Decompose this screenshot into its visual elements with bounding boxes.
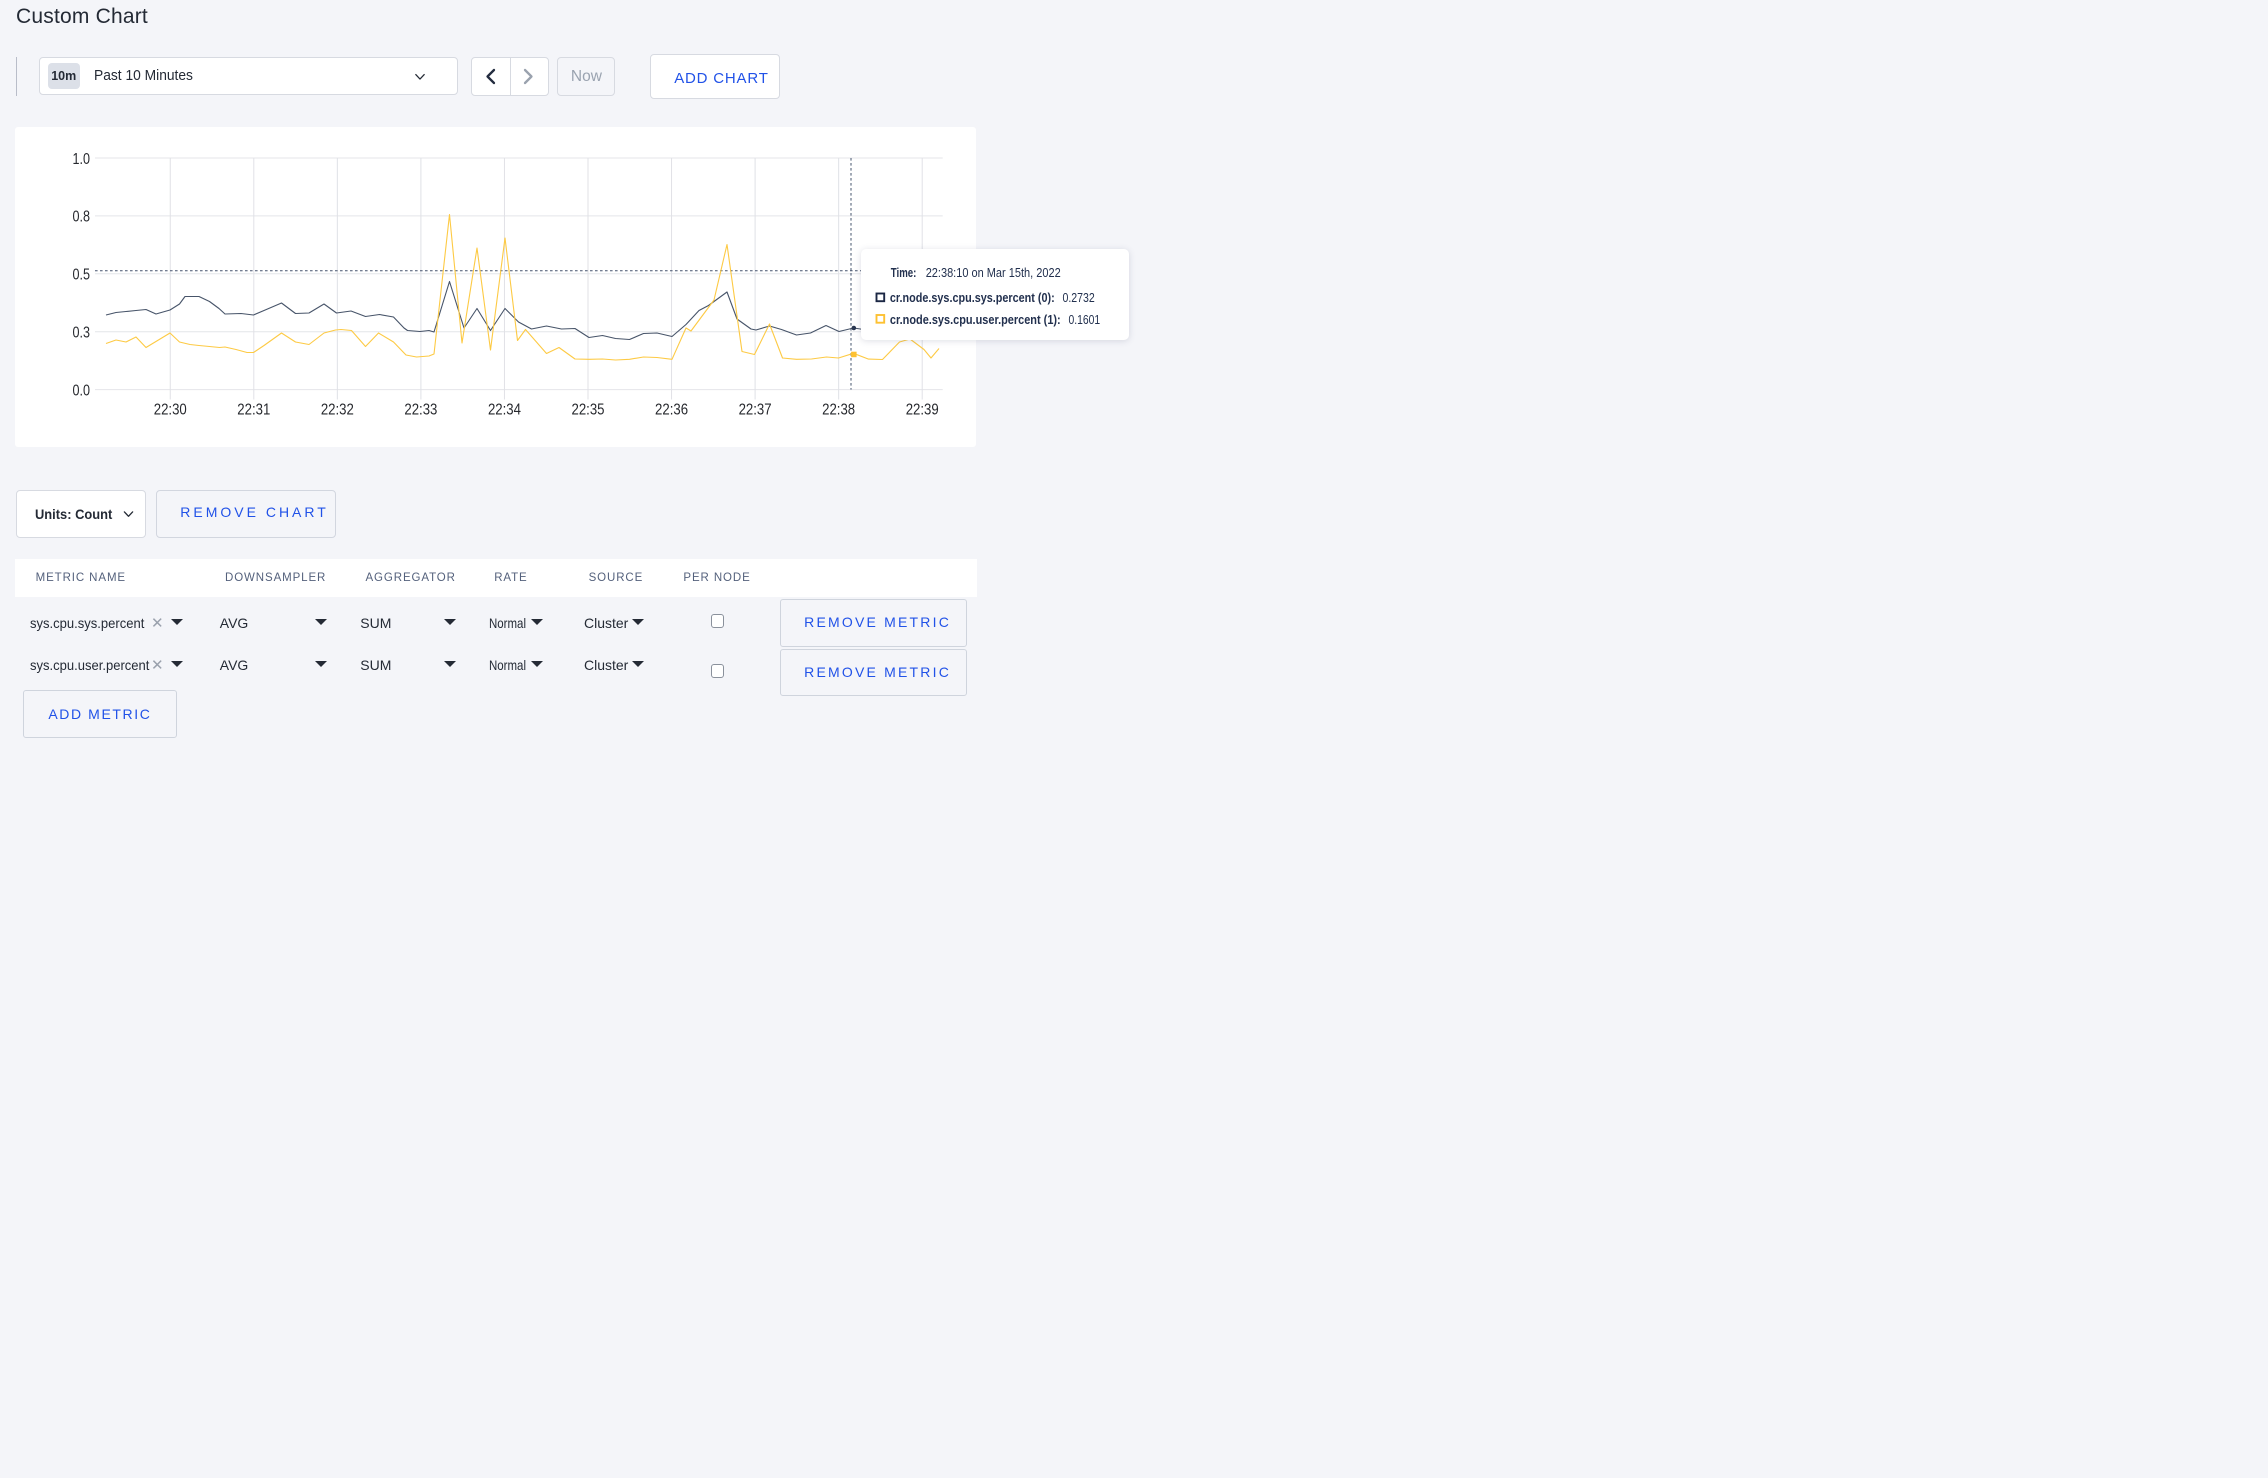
svg-text:0.1601: 0.1601 (1069, 312, 1101, 327)
svg-text:22:34: 22:34 (488, 402, 521, 419)
svg-text:22:36: 22:36 (655, 402, 688, 419)
svg-text:22:38:10 on Mar 15th, 2022: 22:38:10 on Mar 15th, 2022 (926, 265, 1061, 280)
svg-text:22:39: 22:39 (906, 402, 939, 419)
svg-text:0.3: 0.3 (73, 325, 91, 342)
svg-text:cr.node.sys.cpu.user.percent (: cr.node.sys.cpu.user.percent (1): (890, 312, 1061, 327)
svg-text:22:37: 22:37 (739, 402, 772, 419)
svg-text:22:31: 22:31 (237, 402, 270, 419)
svg-text:0.8: 0.8 (73, 209, 91, 226)
svg-text:22:32: 22:32 (321, 402, 354, 419)
svg-text:0.5: 0.5 (73, 267, 91, 284)
svg-text:22:38: 22:38 (822, 402, 855, 419)
svg-text:0.2732: 0.2732 (1063, 290, 1095, 305)
svg-text:22:33: 22:33 (404, 402, 437, 419)
svg-text:Time:: Time: (891, 265, 917, 280)
svg-text:cr.node.sys.cpu.sys.percent (0: cr.node.sys.cpu.sys.percent (0): (890, 290, 1055, 305)
svg-text:0.0: 0.0 (73, 382, 91, 399)
svg-text:22:35: 22:35 (572, 402, 605, 419)
svg-text:1.0: 1.0 (73, 151, 91, 168)
svg-text:22:30: 22:30 (154, 402, 187, 419)
